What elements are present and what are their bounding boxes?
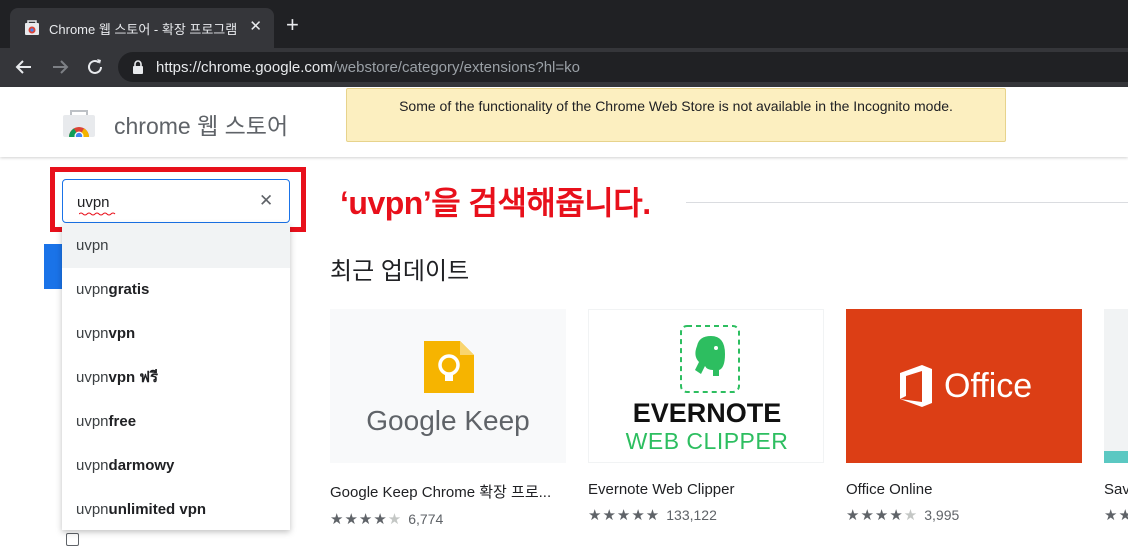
search-box[interactable]: ✕ <box>62 179 290 223</box>
section-divider <box>686 202 1128 203</box>
suggestion-completion: unlimited vpn <box>108 501 207 518</box>
card-image[interactable] <box>1104 309 1128 463</box>
suggestion-item[interactable]: uvpnvpn <box>62 312 290 356</box>
suggestion-typed: uvpn <box>76 413 109 430</box>
card-rating: ★★★★★ 133,122 <box>588 506 824 524</box>
store-header: chrome 웹 스토어 Some of the functionality o… <box>0 87 1128 157</box>
card-image[interactable]: Office <box>846 309 1082 463</box>
suggestion-item[interactable]: uvpnvpn ฟรี <box>62 356 290 400</box>
stars-off: ★ <box>903 507 919 524</box>
card-image[interactable]: Google Keep <box>330 309 566 463</box>
browser-tabstrip: Chrome 웹 스토어 - 확장 프로그램 ✕ + <box>0 0 1128 48</box>
card-logo-text: EVERNOTE <box>632 398 782 428</box>
url-text: https://chrome.google.com/webstore/categ… <box>156 59 580 76</box>
card-name[interactable]: Google Keep Chrome 확장 프로... <box>330 481 566 502</box>
suggestion-typed: uvpn <box>76 369 109 386</box>
card-logo-text: Office <box>944 367 1033 405</box>
suggestion-completion: free <box>108 413 137 430</box>
suggestion-typed: uvpn <box>76 457 109 474</box>
annotation-text: ‘uvpn’을 검색해줍니다. <box>340 185 651 221</box>
store-name[interactable]: chrome 웹 스토어 <box>114 107 288 141</box>
rating-count: 3,995 <box>924 507 960 523</box>
suggestion-item[interactable]: uvpnunlimited vpn <box>62 488 290 532</box>
reload-icon[interactable] <box>84 56 106 78</box>
rating-count: 133,122 <box>666 507 717 523</box>
extension-card[interactable]: EVERNOTE WEB CLIPPER Evernote Web Clippe… <box>588 309 824 524</box>
suggestion-completion: darmowy <box>108 457 175 474</box>
suggestion-item[interactable]: uvpngratis <box>62 268 290 312</box>
suggestion-completion: vpn ฟรี <box>108 369 159 386</box>
url-path: /webstore/category/extensions?hl=ko <box>332 58 580 76</box>
card-name[interactable]: Evernote Web Clipper <box>588 481 824 498</box>
back-arrow-icon[interactable] <box>13 56 35 78</box>
card-image-accent <box>1104 451 1128 463</box>
card-name[interactable]: Sav <box>1104 481 1128 498</box>
rating-count: 6,774 <box>408 511 444 527</box>
address-bar[interactable]: https://chrome.google.com/webstore/categ… <box>118 52 1128 82</box>
extension-card[interactable]: Sav ★★ <box>1104 309 1128 524</box>
card-rating: ★★★★★ 6,774 <box>330 510 566 528</box>
tab-close-icon[interactable]: ✕ <box>249 19 262 35</box>
sidebar-checkbox[interactable] <box>66 533 79 546</box>
google-keep-logo-icon <box>424 341 474 393</box>
suggestion-typed: uvpn <box>76 237 109 254</box>
evernote-elephant-icon <box>680 325 740 393</box>
forward-arrow-icon[interactable] <box>49 56 71 78</box>
search-suggestions: uvpn uvpngratis uvpnvpn uvpnvpn ฟรี uvpn… <box>62 224 290 530</box>
extension-card[interactable]: Office Office Online ★★★★★ 3,995 <box>846 309 1082 524</box>
suggestion-item[interactable]: uvpn <box>62 224 290 268</box>
webstore-logo-icon[interactable] <box>63 109 95 137</box>
clear-search-icon[interactable]: ✕ <box>259 192 273 210</box>
suggestion-completion: gratis <box>108 281 150 298</box>
search-input[interactable] <box>77 192 247 212</box>
suggestion-item[interactable]: uvpnfree <box>62 400 290 444</box>
webstore-favicon-icon <box>25 20 39 35</box>
suggestion-typed: uvpn <box>76 501 109 518</box>
card-rating: ★★★★★ 3,995 <box>846 506 1082 524</box>
browser-tab[interactable]: Chrome 웹 스토어 - 확장 프로그램 ✕ <box>10 8 274 48</box>
card-image[interactable]: EVERNOTE WEB CLIPPER <box>588 309 824 463</box>
rating-stars: ★★ <box>1104 507 1128 524</box>
suggestion-typed: uvpn <box>76 325 109 342</box>
sidebar-selected-accent <box>44 244 62 289</box>
rating-stars: ★★★★★ <box>588 506 660 524</box>
tab-title: Chrome 웹 스토어 - 확장 프로그램 <box>49 21 238 37</box>
suggestion-typed: uvpn <box>76 281 109 298</box>
url-host: https://chrome.google.com <box>156 58 333 76</box>
suggestion-item[interactable]: uvpndarmowy <box>62 444 290 488</box>
stars-on: ★★★★ <box>330 511 388 528</box>
extension-card[interactable]: Google Keep Google Keep Chrome 확장 프로... … <box>330 309 566 528</box>
card-logo-text: Google Keep <box>366 405 530 436</box>
suggestion-completion: vpn <box>108 325 136 342</box>
section-title: 최근 업데이트 <box>330 258 470 285</box>
browser-toolbar: https://chrome.google.com/webstore/categ… <box>0 48 1128 87</box>
lock-icon <box>133 60 143 74</box>
stars-on: ★★★★ <box>846 507 904 524</box>
stars-on: ★★★★★ <box>588 507 661 524</box>
spellcheck-underline <box>79 212 116 216</box>
rating-stars: ★★★★★ <box>330 510 402 528</box>
incognito-notice: Some of the functionality of the Chrome … <box>346 88 1006 142</box>
card-rating: ★★ <box>1104 506 1128 524</box>
card-logo-subtext: WEB CLIPPER <box>625 428 789 454</box>
office-logo-icon <box>900 365 932 407</box>
stars-off: ★ <box>387 511 403 528</box>
new-tab-button[interactable]: + <box>286 14 299 36</box>
rating-stars: ★★★★★ <box>846 506 918 524</box>
card-name[interactable]: Office Online <box>846 481 1082 498</box>
